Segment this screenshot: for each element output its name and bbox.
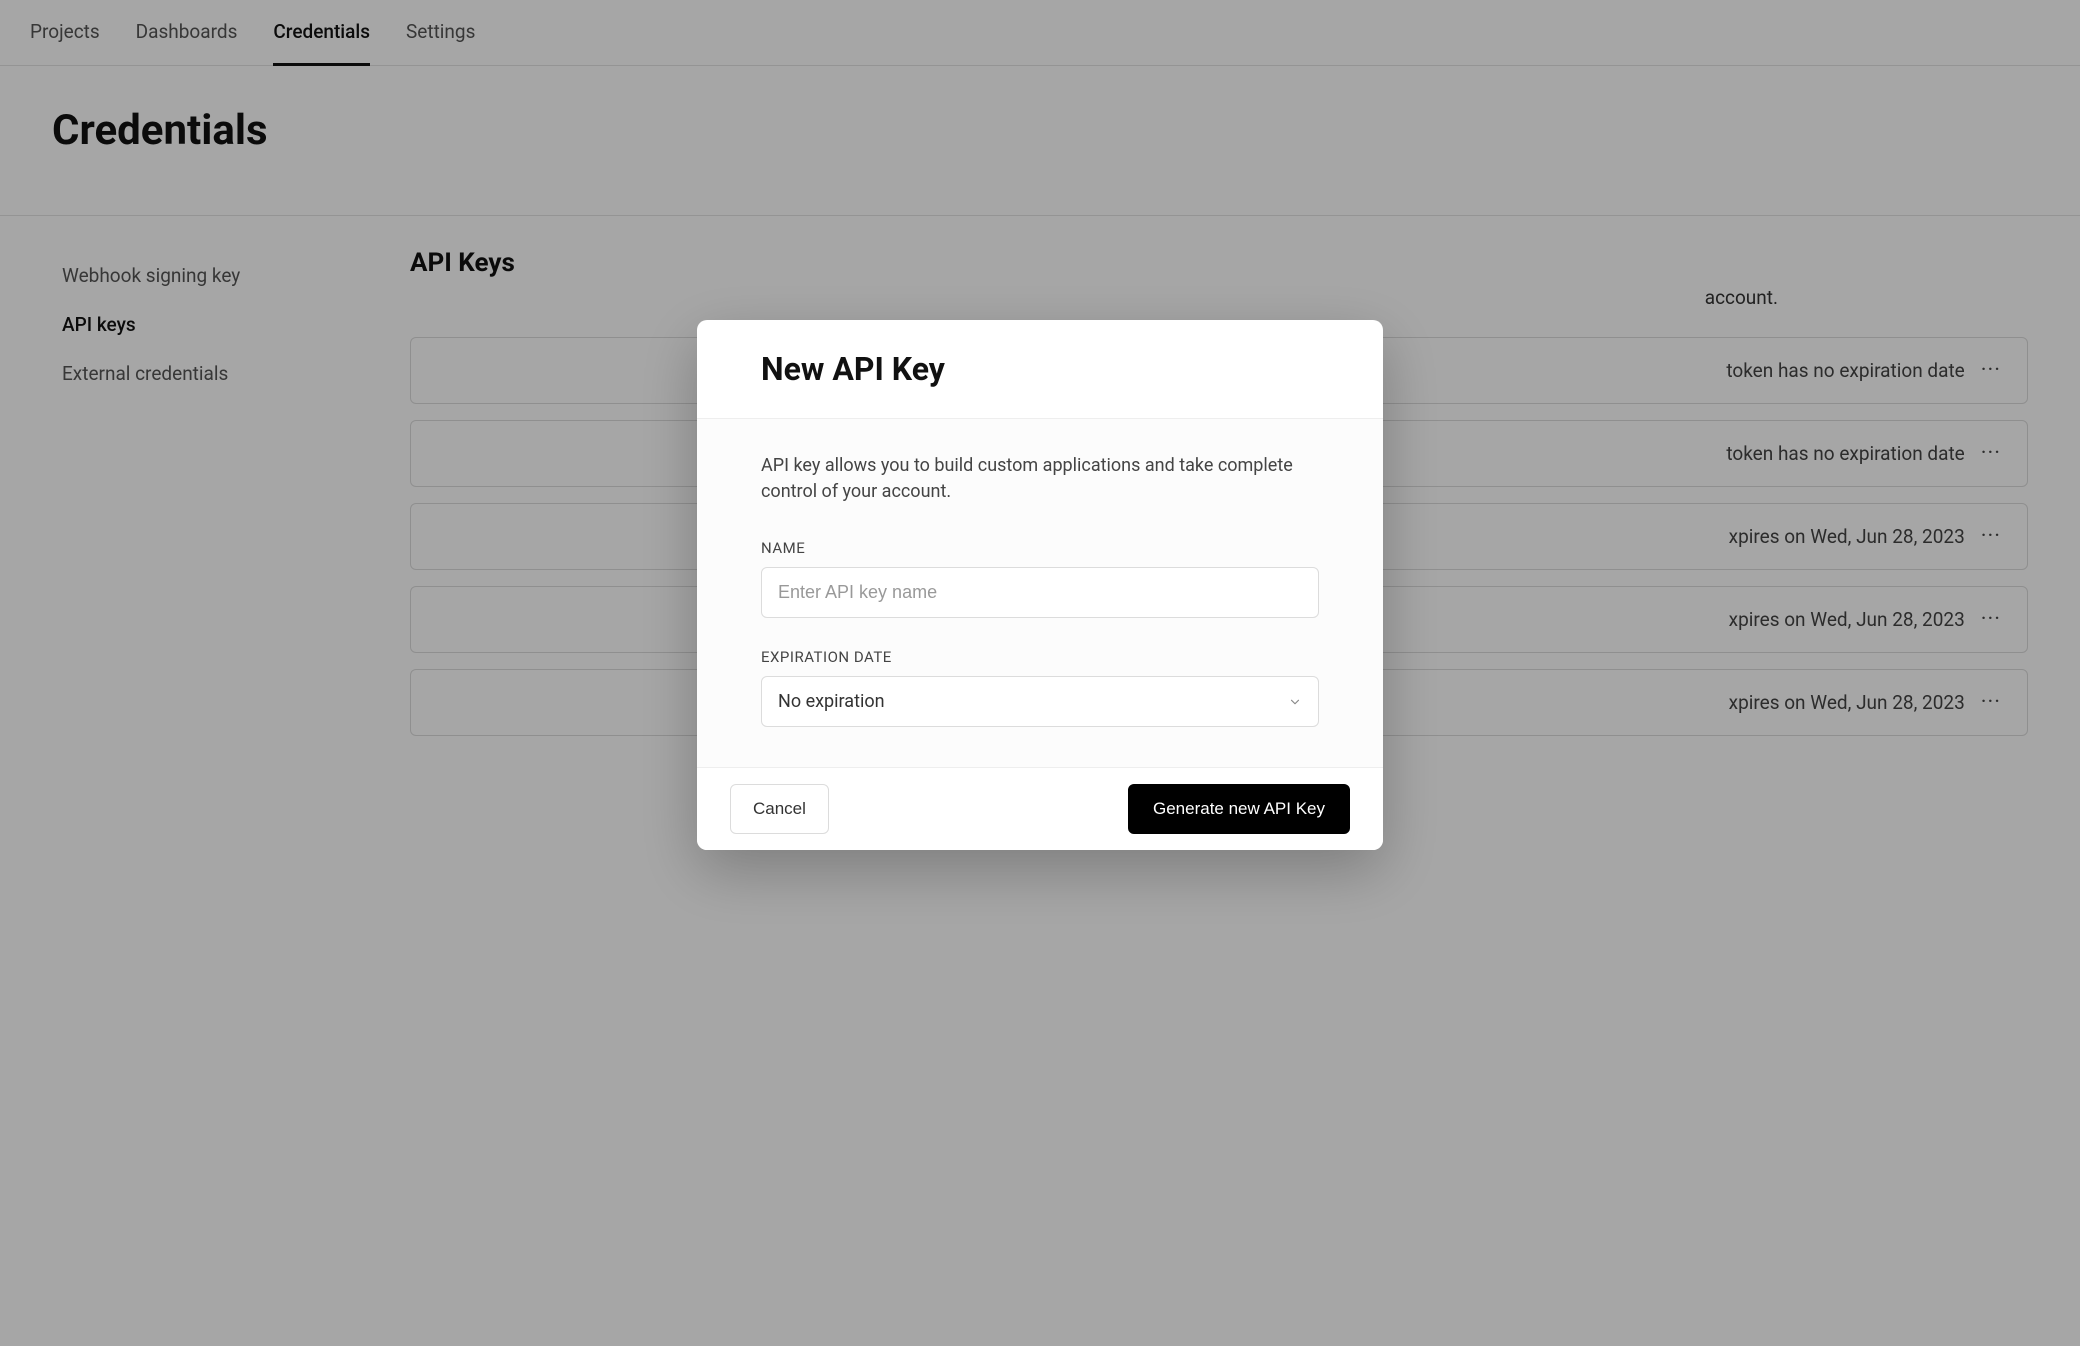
chevron-down-icon: [1288, 695, 1302, 709]
name-field-label: NAME: [761, 539, 1319, 557]
cancel-button[interactable]: Cancel: [730, 784, 829, 834]
modal-title: New API Key: [761, 350, 1319, 388]
modal-footer: Cancel Generate new API Key: [697, 767, 1383, 850]
expiration-select[interactable]: No expiration: [761, 676, 1319, 727]
modal-description: API key allows you to build custom appli…: [761, 453, 1319, 505]
expiration-field-label: EXPIRATION DATE: [761, 648, 1319, 666]
modal-body: API key allows you to build custom appli…: [697, 419, 1383, 767]
modal-header: New API Key: [697, 320, 1383, 419]
api-key-name-input[interactable]: [761, 567, 1319, 618]
expiration-select-value: No expiration: [778, 691, 885, 712]
new-api-key-modal: New API Key API key allows you to build …: [697, 320, 1383, 850]
modal-overlay[interactable]: New API Key API key allows you to build …: [0, 0, 2080, 1346]
generate-api-key-button[interactable]: Generate new API Key: [1128, 784, 1350, 834]
